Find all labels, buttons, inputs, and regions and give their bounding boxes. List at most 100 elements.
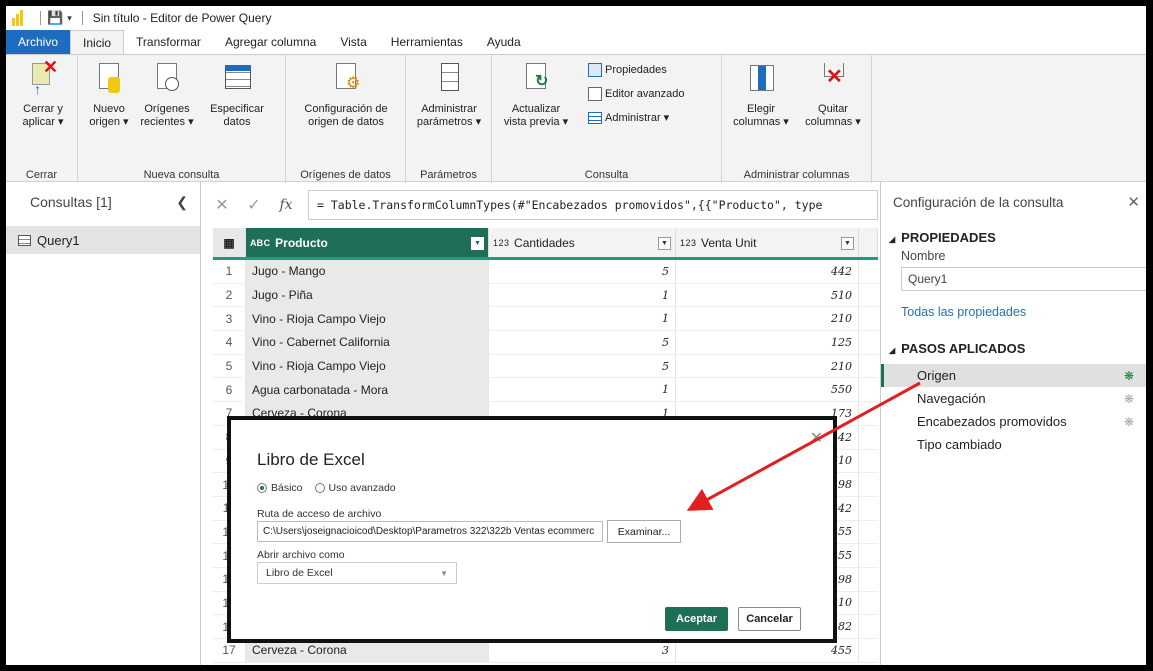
fx-icon[interactable]: fx [270,197,302,213]
row-number[interactable]: 1 [213,260,246,283]
group-consulta: ↻ Actualizar vista previa ▾ Propiedades … [492,55,722,183]
step-encabezados-promovidos[interactable]: Encabezados promovidos ❋ [881,410,1146,433]
filter-dropdown-icon[interactable]: ▼ [658,237,671,250]
all-properties-link[interactable]: Todas las propiedades [881,305,1146,319]
table-row[interactable]: 5 Vino - Rioja Campo Viejo 5 210 [213,354,878,379]
query-name-input[interactable]: Query1 [901,267,1146,291]
gear-icon[interactable]: ❋ [1124,369,1134,383]
row-number[interactable]: 6 [213,378,246,402]
cell-cantidades[interactable]: 5 [489,331,676,354]
basic-radio[interactable]: Básico [257,482,303,494]
tab-archivo[interactable]: Archivo [6,30,71,54]
data-source-settings-icon: ⚙ [331,61,361,97]
query-item[interactable]: Query1 [6,226,200,254]
cell-venta-unit[interactable]: 550 [676,378,859,402]
close-apply-button[interactable]: ✕ ↑ Cerrar y aplicar ▾ [14,58,72,129]
table-row[interactable]: 2 Jugo - Piña 1 510 [213,283,878,308]
tab-vista[interactable]: Vista [328,30,378,54]
power-bi-logo-icon [12,10,26,26]
step-tipo-cambiado[interactable]: Tipo cambiado [881,433,1146,456]
next-column-header[interactable] [859,228,878,257]
recent-sources-button[interactable]: Orígenes recientes ▾ [136,61,198,129]
cell-producto[interactable]: Vino - Rioja Campo Viejo [246,354,489,378]
manage-parameters-button[interactable]: Administrar parámetros ▾ [410,61,488,129]
choose-columns-icon [746,61,776,97]
save-icon[interactable]: 💾 [47,10,63,26]
step-origen[interactable]: Origen ❋ [881,364,1146,387]
table-row[interactable]: 4 Vino - Cabernet California 5 125 [213,331,878,355]
query-settings-header: Configuración de la consulta [893,194,1064,210]
step-navegacion[interactable]: Navegación ❋ [881,387,1146,410]
table-menu-icon[interactable]: ▦ [213,228,246,257]
row-number[interactable]: 3 [213,307,246,331]
cell-cantidades[interactable]: 5 [489,354,676,378]
manage-button[interactable]: Administrar ▾ [588,111,669,124]
cell-producto[interactable]: Jugo - Piña [246,283,489,307]
cell-producto[interactable]: Agua carbonatada - Mora [246,378,489,402]
gear-icon[interactable]: ❋ [1124,415,1134,429]
choose-columns-button[interactable]: Elegir columnas ▾ [726,61,796,129]
row-number[interactable]: 4 [213,331,246,354]
number-type-icon[interactable]: 1 2 3 [493,238,509,248]
table-row[interactable]: 1 Jugo - Mango 5 442 [213,260,878,284]
row-number[interactable]: 2 [213,283,246,307]
formula-bar: ✕ ✓ fx = Table.TransformColumnTypes(#"En… [206,188,878,222]
advanced-editor-button[interactable]: Editor avanzado [588,87,685,101]
file-path-input[interactable]: C:\Users\joseignacioicod\Desktop\Paramet… [257,521,603,542]
cell-venta-unit[interactable]: 210 [676,354,859,378]
cell-venta-unit[interactable]: 125 [676,331,859,354]
filter-dropdown-icon[interactable]: ▼ [841,237,854,250]
column-header-cantidades[interactable]: 1 2 3 Cantidades ▼ [489,228,676,257]
cell-producto[interactable]: Jugo - Mango [246,260,489,283]
browse-button[interactable]: Examinar... [607,520,681,543]
tab-ayuda[interactable]: Ayuda [475,30,533,54]
new-source-button[interactable]: Nuevo origen ▾ [84,61,134,129]
gear-icon[interactable]: ❋ [1124,392,1134,406]
quick-access-dropdown-icon[interactable]: ▾ [67,13,72,24]
close-icon[interactable]: ✕ [1127,193,1140,211]
enter-data-button[interactable]: Especificar datos [202,61,272,129]
text-type-icon[interactable]: A B C [250,238,270,248]
queries-header: Consultas [1] [30,194,112,210]
cell-venta-unit[interactable]: 442 [676,260,859,283]
applied-steps-list: Origen ❋ Navegación ❋ Encabezados promovid… [881,364,1146,456]
tab-herramientas[interactable]: Herramientas [379,30,475,54]
cancel-formula-icon[interactable]: ✕ [206,195,238,215]
cell-producto[interactable]: Vino - Rioja Campo Viejo [246,307,489,331]
close-icon[interactable]: ✕ [810,428,823,448]
column-header-producto[interactable]: A B C Producto ▼ [246,228,489,257]
cell-venta-unit[interactable]: 510 [676,283,859,307]
table-row[interactable]: 6 Agua carbonatada - Mora 1 550 [213,378,878,403]
tab-agregar-columna[interactable]: Agregar columna [213,30,328,54]
properties-button[interactable]: Propiedades [588,63,667,77]
advanced-radio[interactable]: Uso avanzado [314,482,396,494]
number-type-icon[interactable]: 1 2 3 [680,238,696,248]
cell-cantidades[interactable]: 1 [489,283,676,307]
cell-venta-unit[interactable]: 210 [676,307,859,331]
tab-inicio[interactable]: Inicio [70,30,125,54]
open-as-select[interactable]: Libro de Excel ▼ [257,562,457,584]
remove-columns-button[interactable]: ✕ Quitar columnas ▾ [798,61,868,129]
parameters-icon [434,61,464,97]
refresh-preview-button[interactable]: ↻ Actualizar vista previa ▾ [498,61,574,129]
data-source-settings-button[interactable]: ⚙ Configuración de origen de datos [292,61,400,129]
column-header-venta-unit[interactable]: 1 2 3 Venta Unit ▼ [676,228,859,257]
table-row[interactable]: 3 Vino - Rioja Campo Viejo 1 210 [213,307,878,332]
accept-button[interactable]: Aceptar [665,607,728,631]
properties-section[interactable]: ◢ PROPIEDADES [881,230,1146,245]
collapse-triangle-icon: ◢ [889,346,896,355]
filter-dropdown-icon[interactable]: ▼ [471,237,484,250]
confirm-formula-icon[interactable]: ✓ [238,195,270,215]
cell-producto[interactable]: Vino - Cabernet California [246,331,489,354]
formula-input[interactable]: = Table.TransformColumnTypes(#"Encabezad… [308,190,878,220]
tab-transformar[interactable]: Transformar [124,30,213,54]
cell-cantidades[interactable]: 1 [489,307,676,331]
row-number[interactable]: 5 [213,354,246,378]
refresh-icon: ↻ [521,61,551,97]
power-query-window: 💾 ▾ Sin título - Editor de Power Query A… [6,6,1146,665]
collapse-pane-icon[interactable]: ❮ [176,194,188,211]
cell-cantidades[interactable]: 1 [489,378,676,402]
cancel-button[interactable]: Cancelar [738,607,801,631]
cell-cantidades[interactable]: 5 [489,260,676,283]
applied-steps-section[interactable]: ◢ PASOS APLICADOS [881,341,1146,356]
